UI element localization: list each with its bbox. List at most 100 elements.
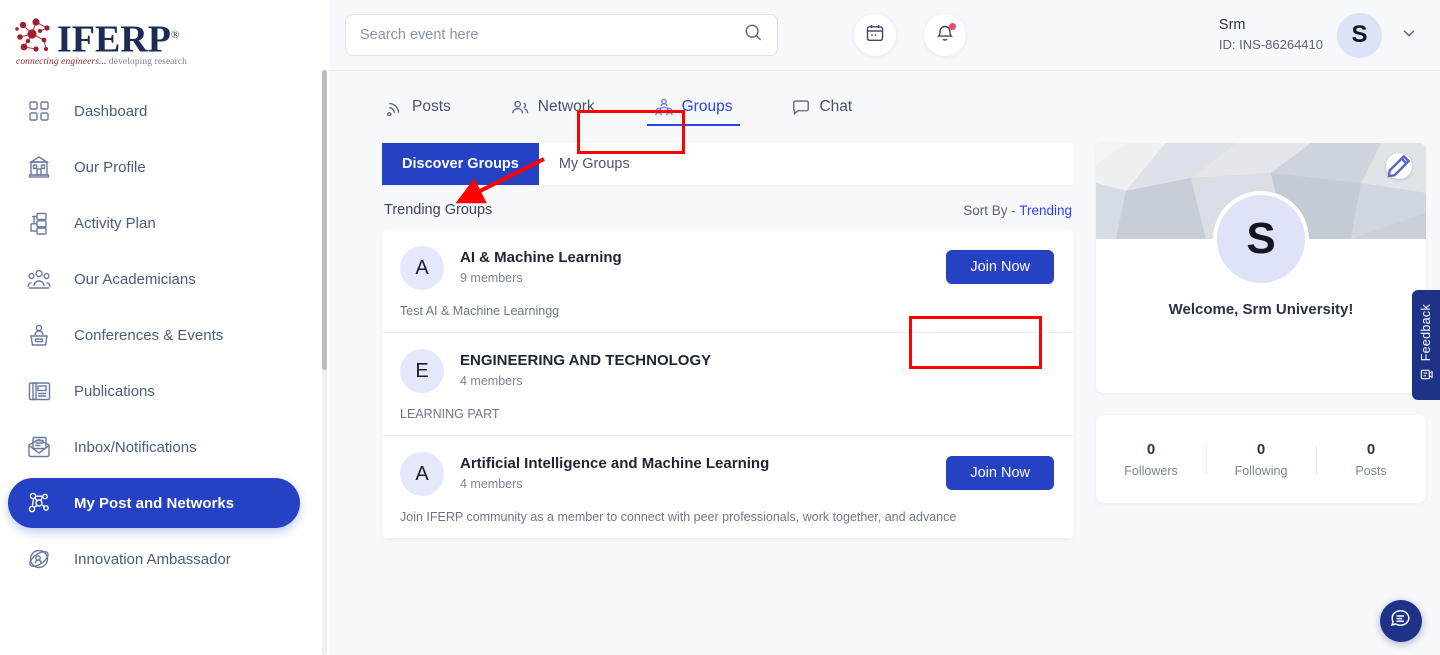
activity-plan-icon [22, 206, 56, 240]
group-description: Join IFERP community as a member to conn… [400, 510, 1056, 524]
main-area: Srm ID: INS-86264410 S Posts Network [330, 0, 1440, 655]
sidebar-label: Conferences & Events [74, 327, 223, 344]
join-now-button[interactable]: Join Now [946, 456, 1054, 490]
sidebar-label: Our Academicians [74, 271, 196, 288]
network-icon [22, 486, 56, 520]
group-card[interactable]: A Artificial Intelligence and Machine Le… [382, 436, 1074, 539]
chat-fab-button[interactable] [1380, 600, 1422, 642]
user-meta: Srm ID: INS-86264410 [1219, 16, 1323, 54]
tab-network[interactable]: Network [507, 92, 599, 122]
group-name: Artificial Intelligence and Machine Lear… [460, 454, 769, 474]
tab-label: Groups [682, 98, 733, 116]
group-meta: ENGINEERING AND TECHNOLOGY 4 members [460, 351, 711, 391]
trending-groups-title: Trending Groups [384, 202, 492, 218]
stat-value: 0 [1096, 441, 1206, 458]
sidebar-scrollbar-thumb[interactable] [322, 70, 327, 370]
left-sidebar: IFERP® connecting engineers... developin… [0, 0, 330, 655]
groups-column: Discover Groups My Groups Trending Group… [382, 143, 1074, 539]
stat-label: Following [1206, 464, 1316, 478]
tab-label: Chat [819, 98, 852, 116]
user-id: ID: INS-86264410 [1219, 35, 1323, 54]
brand-logo[interactable]: IFERP® connecting engineers... developin… [0, 0, 330, 72]
segment-my-groups[interactable]: My Groups [539, 143, 650, 185]
rss-icon [386, 99, 403, 116]
sidebar-item-conferences-events[interactable]: Conferences & Events [8, 310, 318, 360]
stat-value: 0 [1316, 441, 1426, 458]
user-menu[interactable]: Srm ID: INS-86264410 S [1219, 13, 1440, 58]
avatar[interactable]: S [1337, 13, 1382, 58]
tab-posts[interactable]: Posts [382, 92, 455, 122]
chat-bubble-icon [1389, 607, 1413, 636]
chevron-down-icon[interactable] [1400, 24, 1418, 47]
sidebar-item-activity-plan[interactable]: Activity Plan [8, 198, 318, 248]
sidebar-nav: Dashboard Our Profile Activity Plan Our … [0, 72, 330, 584]
feedback-tab[interactable]: Feedback [1412, 290, 1440, 400]
iferp-molecule-icon [14, 16, 56, 58]
group-avatar: A [400, 452, 444, 496]
group-name: ENGINEERING AND TECHNOLOGY [460, 351, 711, 371]
section-tabs: Posts Network Groups Chat [330, 71, 1440, 143]
group-member-count: 4 members [460, 475, 769, 494]
groups-icon [655, 98, 673, 116]
group-description: Test AI & Machine Learningg [400, 304, 1056, 318]
sidebar-item-publications[interactable]: Publications [8, 366, 318, 416]
sidebar-item-my-post-and-networks[interactable]: My Post and Networks [8, 478, 300, 528]
group-card-header: E ENGINEERING AND TECHNOLOGY 4 members [400, 349, 1056, 393]
join-now-button[interactable]: Join Now [946, 250, 1054, 284]
stat-value: 0 [1206, 441, 1316, 458]
notifications-button[interactable] [924, 14, 966, 56]
sidebar-label: Innovation Ambassador [74, 551, 231, 568]
sidebar-label: Dashboard [74, 103, 147, 120]
institution-icon [22, 150, 56, 184]
notification-badge [949, 23, 956, 30]
segment-discover-groups[interactable]: Discover Groups [382, 143, 539, 185]
search-icon[interactable] [744, 23, 763, 47]
stat-label: Followers [1096, 464, 1206, 478]
calendar-button[interactable] [854, 14, 896, 56]
content-row: Discover Groups My Groups Trending Group… [330, 143, 1440, 539]
sort-row: Trending Groups Sort By - Trending [382, 185, 1074, 230]
grid-icon [22, 94, 56, 128]
profile-body: S Welcome, Srm University! [1096, 239, 1426, 393]
group-avatar: E [400, 349, 444, 393]
group-meta: AI & Machine Learning 9 members [460, 248, 622, 288]
group-card[interactable]: E ENGINEERING AND TECHNOLOGY 4 members L… [382, 333, 1074, 436]
tab-chat[interactable]: Chat [788, 92, 856, 122]
edit-cover-button[interactable] [1386, 153, 1412, 179]
sort-by-label: Sort By - [963, 203, 1019, 218]
sidebar-label: Activity Plan [74, 215, 156, 232]
sort-by-control[interactable]: Sort By - Trending [963, 203, 1072, 218]
sidebar-item-our-profile[interactable]: Our Profile [8, 142, 318, 192]
search-input[interactable] [360, 27, 744, 43]
tab-label: Network [538, 98, 595, 116]
people-icon [511, 99, 529, 116]
innovation-icon [22, 542, 56, 576]
sidebar-item-innovation-ambassador[interactable]: Innovation Ambassador [8, 534, 318, 584]
newspaper-icon [22, 374, 56, 408]
stat-label: Posts [1316, 464, 1426, 478]
tab-groups[interactable]: Groups [651, 92, 737, 122]
group-meta: Artificial Intelligence and Machine Lear… [460, 454, 769, 494]
sidebar-label: Inbox/Notifications [74, 439, 197, 456]
search-box[interactable] [345, 14, 778, 56]
envelope-icon [22, 430, 56, 464]
stat-following[interactable]: 0 Following [1206, 441, 1316, 478]
sidebar-item-inbox-notifications[interactable]: Inbox/Notifications [8, 422, 318, 472]
user-name: Srm [1219, 16, 1323, 35]
group-card[interactable]: A AI & Machine Learning 9 members Test A… [382, 230, 1074, 333]
stat-followers[interactable]: 0 Followers [1096, 441, 1206, 478]
profile-avatar: S [1213, 191, 1309, 287]
profile-stats: 0 Followers 0 Following 0 Posts [1096, 415, 1426, 503]
sort-by-value[interactable]: Trending [1019, 203, 1072, 218]
welcome-message: Welcome, Srm University! [1096, 301, 1426, 318]
sidebar-label: My Post and Networks [74, 495, 234, 512]
segment-label: Discover Groups [402, 156, 519, 172]
sidebar-label: Publications [74, 383, 155, 400]
sidebar-item-dashboard[interactable]: Dashboard [8, 86, 318, 136]
group-avatar: A [400, 246, 444, 290]
feedback-icon [1420, 368, 1433, 386]
stat-posts[interactable]: 0 Posts [1316, 441, 1426, 478]
sidebar-item-our-academicians[interactable]: Our Academicians [8, 254, 318, 304]
groups-list: A AI & Machine Learning 9 members Test A… [382, 230, 1074, 539]
sidebar-label: Our Profile [74, 159, 146, 176]
